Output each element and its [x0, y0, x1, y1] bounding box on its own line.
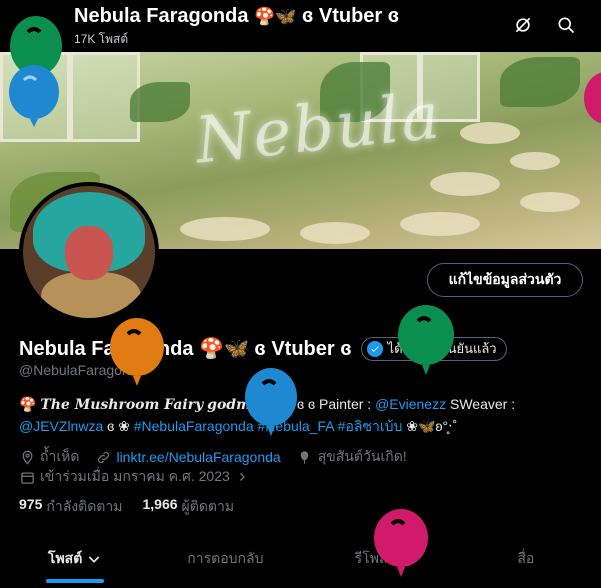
banner-stepping-stone	[520, 192, 580, 212]
edit-profile-button[interactable]: แก้ไขข้อมูลส่วนตัว	[427, 263, 583, 297]
bio-line-2: @JEVZlnwza ɞ ❀ #NebulaFaragonda #Nebula_…	[19, 418, 458, 434]
bio-fancy-text: The Mushroom Fairy	[40, 397, 204, 413]
joined-date: เข้าร่วมเมื่อ มกราคม ค.ศ. 2023	[40, 468, 230, 484]
profile-meta-row: ถ้ำเห็ด linktr.ee/NebulaFaragonda สุขสัน…	[19, 446, 423, 468]
search-icon	[558, 17, 575, 34]
banner-foliage	[500, 57, 580, 107]
website-item[interactable]: linktr.ee/NebulaFaragonda	[95, 449, 281, 465]
active-tab-indicator	[46, 579, 105, 583]
banner-stepping-stone	[400, 212, 480, 236]
banner-stepping-stone	[460, 122, 520, 144]
tab-posts[interactable]: โพสต์	[0, 530, 150, 588]
banner-foliage	[130, 82, 190, 122]
birthday-item: สุขสันต์วันเกิด!	[297, 446, 407, 468]
balloon-green-overlay	[398, 305, 454, 375]
balloon-blue-overlay	[9, 65, 59, 127]
bio-mention-link[interactable]: @Evienezz	[375, 396, 446, 412]
following-link[interactable]: 975 กำลังติดตาม	[19, 496, 122, 518]
profile-bio: 🍄 The Mushroom Fairy godmother ɞ ɞ Paint…	[19, 394, 579, 437]
balloon-pink-overlay	[584, 72, 601, 124]
bio-line-1: 🍄 The Mushroom Fairy godmother ɞ ɞ Paint…	[19, 396, 516, 413]
banner-stepping-stone	[300, 222, 370, 244]
chevron-right-icon	[234, 469, 250, 485]
tab-media[interactable]: สื่อ	[451, 530, 601, 588]
search-button[interactable]	[553, 12, 579, 38]
chevron-down-icon	[89, 556, 100, 563]
profile-header-bar: Nebula Faragonda 🍄🦋 ɞ Vtuber ɞ 17K โพสต์	[0, 0, 601, 50]
bio-mention-link[interactable]: @JEVZlnwza	[19, 418, 103, 434]
link-icon	[95, 449, 111, 465]
website-link[interactable]: linktr.ee/NebulaFaragonda	[116, 449, 280, 465]
location-item: ถ้ำเห็ด	[19, 446, 79, 468]
header-title: Nebula Faragonda 🍄🦋 ɞ Vtuber ɞ	[74, 5, 400, 27]
banner-stepping-stone	[180, 217, 270, 241]
search-off-button[interactable]	[510, 12, 536, 38]
banner-logo-artwork: Nebula	[191, 79, 445, 179]
location-pin-icon	[19, 449, 35, 465]
profile-tabs: โพสต์ การตอบกลับ รีโพสต์ สื่อ	[0, 530, 601, 588]
avatar-face	[65, 226, 113, 280]
balloon-icon	[297, 449, 313, 465]
post-count: 17K โพสต์	[74, 32, 129, 46]
profile-joined-row[interactable]: เข้าร่วมเมื่อ มกราคม ค.ศ. 2023	[19, 466, 255, 488]
balloon-orange-overlay	[110, 318, 164, 386]
balloon-blue-overlay	[245, 368, 297, 436]
avatar[interactable]	[19, 182, 159, 322]
followers-link[interactable]: 1,966 ผู้ติดตาม	[142, 496, 234, 518]
banner-window-pane	[70, 52, 140, 142]
balloon-pink-overlay	[374, 509, 428, 577]
banner-stepping-stone	[510, 152, 560, 170]
follow-stats: 975 กำลังติดตาม 1,966 ผู้ติดตาม	[19, 496, 254, 518]
tab-replies[interactable]: การตอบกลับ	[150, 530, 300, 588]
display-name: Nebula Faragonda 🍄🦋 ɞ Vtuber ɞ	[19, 338, 352, 360]
banner-stepping-stone	[430, 172, 500, 196]
calendar-icon	[19, 469, 35, 485]
search-off-icon	[515, 17, 531, 33]
verified-check-icon	[366, 340, 383, 357]
header-title-group: Nebula Faragonda 🍄🦋 ɞ Vtuber ɞ 17K โพสต์	[74, 5, 399, 49]
